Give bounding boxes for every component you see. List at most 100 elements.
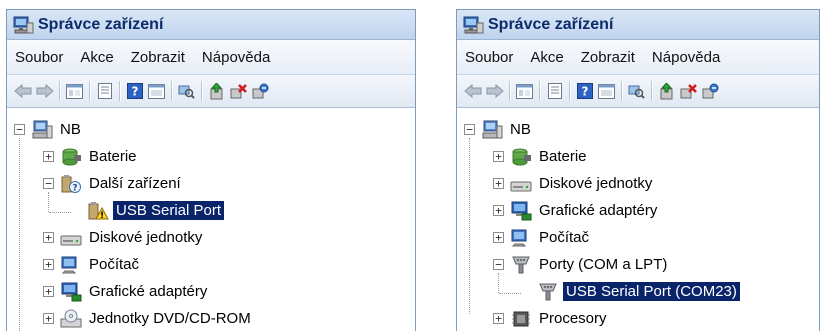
tree-node-label: Diskové jednotky	[539, 175, 653, 192]
toolbar: ?	[457, 75, 819, 108]
device-manager-icon	[13, 16, 34, 33]
tree-node-label: Procesory	[539, 310, 607, 327]
menu-zobrazit[interactable]: Zobrazit	[579, 47, 637, 68]
tree-node-dalsi-zarizeni[interactable]: − ? Další zařízení	[7, 170, 415, 197]
menu-akce[interactable]: Akce	[528, 47, 565, 68]
expand-icon[interactable]: +	[493, 313, 504, 324]
device-manager-window-right: Správce zařízení Soubor Akce Zobrazit Ná…	[456, 9, 820, 331]
expand-icon[interactable]: +	[43, 151, 54, 162]
tree-node-diskove-jednotky[interactable]: + Diskové jednotky	[457, 170, 819, 197]
expand-icon[interactable]: +	[43, 232, 54, 243]
disable-icon[interactable]	[701, 82, 720, 101]
properties-icon[interactable]	[545, 82, 564, 101]
forward-arrow-icon[interactable]	[35, 82, 54, 101]
title-bar[interactable]: Správce zařízení	[7, 10, 415, 40]
battery-icon	[512, 148, 531, 165]
tree-node-procesory[interactable]: + Procesory	[457, 305, 819, 331]
collapse-icon[interactable]: −	[43, 178, 54, 189]
help-icon[interactable]: ?	[125, 82, 144, 101]
uninstall-icon[interactable]	[679, 82, 698, 101]
toolbar-separator	[171, 81, 172, 101]
tree-node-porty[interactable]: − Porty (COM a LPT)	[457, 251, 819, 278]
back-arrow-icon[interactable]	[463, 82, 482, 101]
menu-bar: Soubor Akce Zobrazit Nápověda	[7, 40, 415, 75]
toolbar-separator	[119, 81, 120, 101]
expand-icon[interactable]: +	[493, 178, 504, 189]
toolbar-separator	[621, 81, 622, 101]
toolbar-separator	[569, 81, 570, 101]
tree-node-label: Grafické adaptéry	[89, 283, 208, 300]
menu-akce[interactable]: Akce	[78, 47, 115, 68]
tree-node-jednotky-dvd[interactable]: + Jednotky DVD/CD-ROM	[7, 305, 415, 331]
scan-hardware-icon[interactable]	[627, 82, 646, 101]
tree-node-label: NB	[60, 121, 81, 138]
computer-monitor-icon	[61, 256, 77, 273]
tree-node-nb[interactable]: − NB	[457, 116, 819, 143]
toolbar: ?	[7, 75, 415, 108]
svg-text:?: ?	[131, 85, 138, 99]
expand-icon[interactable]: +	[43, 286, 54, 297]
help-icon[interactable]: ?	[575, 82, 594, 101]
menu-zobrazit[interactable]: Zobrazit	[129, 47, 187, 68]
tree-node-label: Počítač	[539, 229, 590, 246]
forward-arrow-icon[interactable]	[485, 82, 504, 101]
disable-icon[interactable]	[251, 82, 270, 101]
port-icon	[539, 283, 557, 300]
tree-node-baterie[interactable]: + Baterie	[7, 143, 415, 170]
expand-icon[interactable]: +	[493, 151, 504, 162]
menu-soubor[interactable]: Soubor	[13, 47, 65, 68]
tree-node-nb[interactable]: − NB	[7, 116, 415, 143]
tree-node-label: Baterie	[539, 148, 587, 165]
dvd-drive-icon	[60, 309, 82, 327]
toolbar-separator	[59, 81, 60, 101]
expand-icon[interactable]: +	[493, 232, 504, 243]
uninstall-icon[interactable]	[229, 82, 248, 101]
tree-node-pocitac[interactable]: + Počítač	[457, 224, 819, 251]
tree-node-label: Počítač	[89, 256, 140, 273]
tree-node-usb-serial-port[interactable]: ! USB Serial Port	[7, 197, 415, 224]
tree-node-label: Jednotky DVD/CD-ROM	[89, 310, 251, 327]
tree-node-diskove-jednotky[interactable]: + Diskové jednotky	[7, 224, 415, 251]
scan-hardware-icon[interactable]	[177, 82, 196, 101]
show-hide-tree-icon[interactable]	[65, 82, 84, 101]
view-icon[interactable]	[597, 82, 616, 101]
menu-napoveda[interactable]: Nápověda	[200, 47, 272, 68]
computer-icon	[482, 120, 503, 138]
port-icon	[512, 256, 530, 273]
properties-icon[interactable]	[95, 82, 114, 101]
menu-soubor[interactable]: Soubor	[463, 47, 515, 68]
device-tree: − NB + Baterie + Diskové jednotky + Graf…	[457, 108, 819, 331]
device-manager-window-left: Správce zařízení Soubor Akce Zobrazit Ná…	[6, 9, 416, 331]
show-hide-tree-icon[interactable]	[515, 82, 534, 101]
menu-napoveda[interactable]: Nápověda	[650, 47, 722, 68]
display-adapter-icon	[511, 201, 532, 220]
collapse-icon[interactable]: −	[14, 124, 25, 135]
update-driver-icon[interactable]	[657, 82, 676, 101]
collapse-icon[interactable]: −	[464, 124, 475, 135]
tree-node-graficke-adaptery[interactable]: + Grafické adaptéry	[457, 197, 819, 224]
tree-node-pocitac[interactable]: + Počítač	[7, 251, 415, 278]
tree-node-usb-serial-port-com23[interactable]: USB Serial Port (COM23)	[457, 278, 819, 305]
tree-node-label: NB	[510, 121, 531, 138]
expand-icon[interactable]: +	[493, 205, 504, 216]
back-arrow-icon[interactable]	[13, 82, 32, 101]
device-manager-icon	[463, 16, 484, 33]
disk-drive-icon	[510, 181, 532, 191]
tree-node-graficke-adaptery[interactable]: + Grafické adaptéry	[7, 278, 415, 305]
view-icon[interactable]	[147, 82, 166, 101]
collapse-icon[interactable]: −	[493, 259, 504, 270]
window-title: Správce zařízení	[488, 15, 614, 33]
update-driver-icon[interactable]	[207, 82, 226, 101]
tree-node-label: Diskové jednotky	[89, 229, 203, 246]
expand-icon[interactable]: +	[43, 259, 54, 270]
unknown-device-icon: ?	[61, 174, 81, 193]
tree-node-label: USB Serial Port (COM23)	[563, 282, 740, 301]
device-tree: − NB + Baterie − ? Další zařízení ! USB …	[7, 108, 415, 331]
title-bar[interactable]: Správce zařízení	[457, 10, 819, 40]
expand-icon[interactable]: +	[43, 313, 54, 324]
toolbar-separator	[509, 81, 510, 101]
toolbar-separator	[89, 81, 90, 101]
computer-monitor-icon	[511, 229, 527, 246]
tree-node-baterie[interactable]: + Baterie	[457, 143, 819, 170]
tree-node-label: Baterie	[89, 148, 137, 165]
